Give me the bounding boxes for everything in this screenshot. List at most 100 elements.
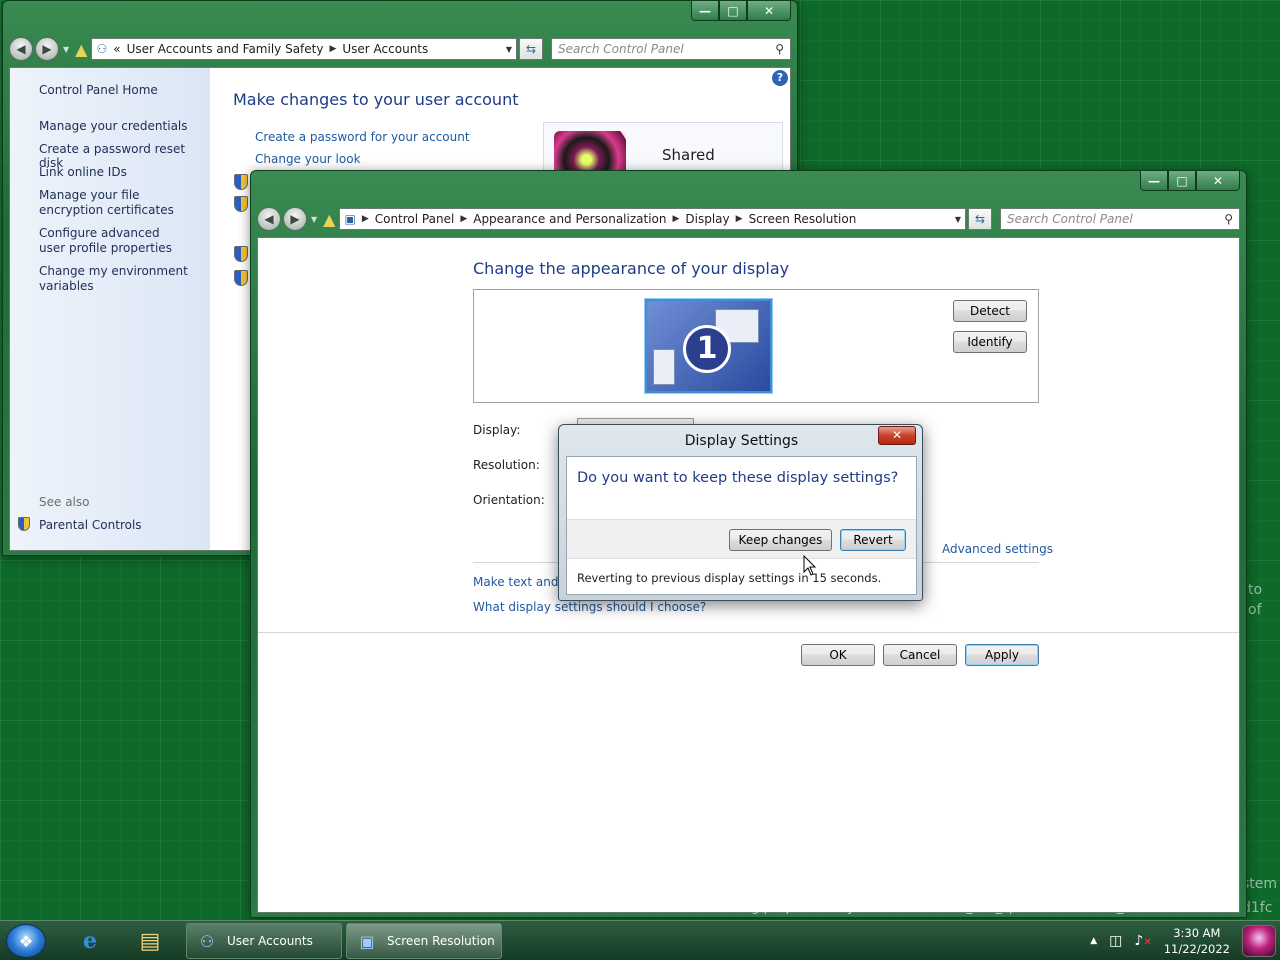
close-button[interactable]: ✕: [747, 1, 791, 21]
watermark-fragment: to: [1248, 582, 1263, 598]
breadcrumb-item[interactable]: User Accounts and Family Safety: [127, 42, 324, 56]
back-arrow-icon[interactable]: ◀: [9, 37, 33, 61]
account-card: Shared: [543, 122, 783, 203]
help-icon[interactable]: ?: [772, 70, 788, 86]
ok-button[interactable]: OK: [801, 644, 875, 666]
breadcrumb-item[interactable]: Screen Resolution: [749, 212, 857, 226]
monitor-icon: ▣: [359, 931, 375, 951]
close-button[interactable]: ✕: [1196, 171, 1240, 191]
breadcrumb-arrow-icon[interactable]: ▶: [460, 214, 467, 224]
detect-button[interactable]: Detect: [953, 300, 1027, 322]
identify-button[interactable]: Identify: [953, 331, 1027, 353]
resolution-label: Resolution:: [473, 458, 540, 472]
back-arrow-icon[interactable]: ◀: [257, 207, 281, 231]
folder-icon[interactable]: ▤: [124, 924, 176, 958]
volume-muted-icon[interactable]: ♪✕: [1134, 933, 1151, 949]
sidebar-link[interactable]: Manage your file encryption certificates: [39, 188, 204, 218]
minimize-button[interactable]: —: [1140, 171, 1168, 191]
forward-arrow-icon[interactable]: ▶: [35, 37, 59, 61]
up-folder-icon[interactable]: ▲: [75, 40, 87, 59]
maximize-button[interactable]: □: [719, 1, 747, 21]
chevron-down-icon[interactable]: ▼: [506, 45, 512, 54]
see-also-label: See also: [39, 495, 90, 509]
user-accounts-icon: ⚇: [199, 931, 215, 951]
navigation-bar: ◀ ▶ ▼ ▲ ▣ ▶ Control Panel ▶ Appearance a…: [257, 206, 1240, 232]
close-icon: ✕: [891, 428, 903, 442]
address-bar[interactable]: ▣ ▶ Control Panel ▶ Appearance and Perso…: [339, 208, 966, 230]
sidebar-link[interactable]: Link online IDs: [39, 165, 204, 179]
search-input[interactable]: Search Control Panel ⚲: [551, 38, 791, 60]
clock-time: 3:30 AM: [1173, 926, 1221, 940]
create-password-link[interactable]: Create a password for your account: [255, 130, 470, 144]
taskbar-item-screen-resolution[interactable]: ▣ Screen Resolution: [346, 923, 502, 959]
dialog-button-area: Keep changes Revert: [567, 519, 916, 559]
dialog-close-button[interactable]: ✕: [878, 426, 916, 445]
page-title: Change the appearance of your display: [473, 259, 790, 278]
display-label: Display:: [473, 423, 521, 437]
build-watermark: For testing purposes only. Build 7048.wi…: [690, 900, 1152, 915]
user-avatar-icon[interactable]: [1242, 925, 1276, 957]
recent-pages-icon[interactable]: ▼: [63, 45, 69, 54]
search-icon[interactable]: ⚲: [775, 42, 784, 56]
monitor-thumbnail[interactable]: 1: [645, 299, 772, 393]
windows-orb-icon[interactable]: ❖: [6, 924, 46, 958]
cancel-button[interactable]: Cancel: [883, 644, 957, 666]
countdown-text: Reverting to previous display settings i…: [577, 571, 882, 585]
breadcrumb-item[interactable]: Display: [685, 212, 729, 226]
search-input[interactable]: Search Control Panel ⚲: [1000, 208, 1240, 230]
dialog-title: Display Settings: [684, 433, 799, 449]
internet-explorer-icon[interactable]: e: [64, 924, 116, 958]
shield-icon: [18, 517, 30, 531]
breadcrumb-arrow-icon[interactable]: ▶: [362, 214, 369, 224]
recent-pages-icon[interactable]: ▼: [311, 215, 317, 224]
apply-button[interactable]: Apply: [965, 644, 1039, 666]
sidebar-link[interactable]: Configure advanced user profile properti…: [39, 226, 189, 256]
sidebar-link[interactable]: Change my environment variables: [39, 264, 189, 294]
forward-arrow-icon[interactable]: ▶: [283, 207, 307, 231]
search-placeholder: Search Control Panel: [558, 42, 684, 56]
divider: [258, 632, 1239, 633]
monitor-preview-panel: 1 Detect Identify: [473, 289, 1039, 403]
minimize-button[interactable]: —: [691, 1, 719, 21]
control-panel-home-link[interactable]: Control Panel Home: [39, 83, 158, 97]
page-title: Make changes to your user account: [233, 90, 519, 109]
advanced-settings-link[interactable]: Advanced settings: [942, 542, 1053, 556]
account-name: Shared: [662, 146, 715, 164]
search-placeholder: Search Control Panel: [1007, 212, 1133, 226]
taskbar-item-user-accounts[interactable]: ⚇ User Accounts: [186, 923, 342, 959]
system-tray: ▲ ◫ ♪✕ 3:30 AM 11/22/2022: [1090, 921, 1230, 960]
search-icon[interactable]: ⚲: [1224, 212, 1233, 226]
shield-icon: [234, 196, 248, 212]
clock-date: 11/22/2022: [1163, 942, 1230, 956]
sidebar: Control Panel Home Manage your credentia…: [10, 68, 210, 550]
shield-icon: [234, 246, 248, 262]
taskbar-item-label: Screen Resolution: [387, 934, 495, 948]
breadcrumb-arrow-icon[interactable]: ▶: [672, 214, 679, 224]
watermark-fragment: of: [1248, 602, 1262, 618]
clock[interactable]: 3:30 AM 11/22/2022: [1164, 925, 1230, 957]
breadcrumb-arrow-icon[interactable]: ▶: [736, 214, 743, 224]
network-icon[interactable]: ◫: [1109, 933, 1122, 949]
address-bar[interactable]: ⚇ « User Accounts and Family Safety ▶ Us…: [91, 38, 517, 60]
display-help-link[interactable]: What display settings should I choose?: [473, 600, 706, 614]
dialog-body: Do you want to keep these display settin…: [566, 456, 917, 595]
sidebar-link[interactable]: Manage your credentials: [39, 119, 204, 133]
breadcrumb-item[interactable]: Appearance and Personalization: [473, 212, 666, 226]
window-preview-icon: [653, 349, 675, 385]
shield-icon: [234, 174, 248, 190]
keep-changes-button[interactable]: Keep changes: [729, 529, 832, 551]
breadcrumb-item[interactable]: User Accounts: [342, 42, 428, 56]
chevron-down-icon[interactable]: ▼: [955, 215, 961, 224]
breadcrumb-item[interactable]: Control Panel: [375, 212, 455, 226]
dialog-question: Do you want to keep these display settin…: [577, 470, 899, 486]
breadcrumb-arrow-icon[interactable]: ▶: [329, 44, 336, 54]
up-folder-icon[interactable]: ▲: [323, 210, 335, 229]
change-look-link[interactable]: Change your look: [255, 152, 361, 166]
refresh-icon[interactable]: ⇆: [519, 38, 543, 60]
monitor-icon: ▣: [344, 212, 356, 226]
maximize-button[interactable]: □: [1168, 171, 1196, 191]
revert-button[interactable]: Revert: [840, 529, 906, 551]
refresh-icon[interactable]: ⇆: [968, 208, 992, 230]
parental-controls-link[interactable]: Parental Controls: [39, 518, 142, 532]
show-hidden-icons-icon[interactable]: ▲: [1090, 936, 1097, 946]
